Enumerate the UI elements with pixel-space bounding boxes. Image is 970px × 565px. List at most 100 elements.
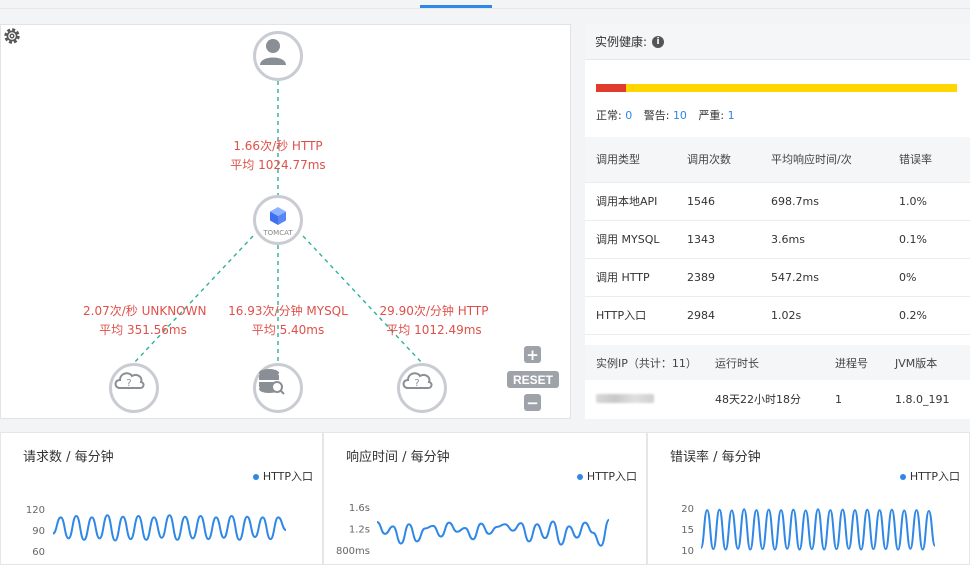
col-jvm: JVM版本 <box>895 345 970 380</box>
table-row[interactable]: HTTP入口 2984 1.02s 0.2% <box>585 296 970 335</box>
avg-time: 698.7ms <box>771 182 899 221</box>
health-counts: 正常: 0 警告: 10 严重: 1 <box>596 107 743 123</box>
avg-time: 547.2ms <box>771 258 899 297</box>
chart-error-rate: 错误率 / 每分钟 HTTP入口 20 15 10 <box>647 432 970 565</box>
active-tab-indicator <box>420 5 492 8</box>
normal-label: 正常: <box>596 109 622 122</box>
edge-label-unknown: 2.07次/秒 UNKNOWN 平均 351.56ms <box>83 302 207 340</box>
table-row[interactable]: 调用本地API 1546 698.7ms 1.0% <box>585 182 970 221</box>
warn-label: 警告: <box>643 109 670 122</box>
edge-rate: 2.07次/秒 UNKNOWN <box>83 304 207 318</box>
normal-count: 0 <box>625 109 633 122</box>
health-bar <box>596 84 957 92</box>
top-tab-bar <box>0 8 970 9</box>
redacted-ip <box>596 393 654 403</box>
edge-rate: 1.66次/秒 HTTP <box>233 139 323 153</box>
col-instance-ip: 实例IP（共计：11） <box>585 345 715 380</box>
user-node[interactable] <box>253 31 303 81</box>
avg-time: 3.6ms <box>771 220 899 259</box>
edge-label-http: 29.90次/分钟 HTTP 平均 1012.49ms <box>374 302 494 340</box>
pid: 1 <box>835 392 842 406</box>
jvm-version[interactable]: 1.8.0_191 <box>895 380 970 418</box>
call-type: HTTP入口 <box>585 296 687 335</box>
severe-label: 严重: <box>698 109 725 122</box>
call-type: 调用 MYSQL <box>585 220 687 259</box>
edge-avg: 平均 1012.49ms <box>386 323 482 337</box>
series-line <box>52 514 287 542</box>
y-tick-label: 20 <box>681 504 694 515</box>
edge-label-user-tomcat: 1.66次/秒 HTTP 平均 1024.77ms <box>228 137 328 175</box>
topology-panel[interactable]: 1.66次/秒 HTTP 平均 1024.77ms TOMCAT 2.07次/秒… <box>0 24 571 419</box>
cloud-question-icon: ? <box>402 372 433 389</box>
y-tick-label: 1.6s <box>349 503 370 514</box>
user-icon <box>260 39 286 65</box>
svg-text:?: ? <box>126 378 131 389</box>
unknown-node[interactable]: ? <box>109 363 159 413</box>
svg-text:?: ? <box>414 378 419 389</box>
table-row[interactable]: 48天22小时18分 1 1.8.0_191 <box>585 380 970 418</box>
edge-avg: 平均 351.56ms <box>99 323 187 337</box>
y-tick-label: 1.2s <box>349 525 370 536</box>
health-bar-warning <box>626 84 957 92</box>
table-row[interactable]: 调用 MYSQL 1343 3.6ms 0.1% <box>585 220 970 259</box>
chart-svg[interactable]: 1.6s 1.2s 800ms <box>324 433 648 565</box>
cloud-question-icon: ? <box>114 372 145 389</box>
y-tick-label: 15 <box>681 525 694 536</box>
instance-table: 实例IP（共计：11） 运行时长 进程号 JVM版本 48天22小时18分 1 … <box>585 345 970 418</box>
edge-avg: 平均 1024.77ms <box>230 158 326 172</box>
database-icon <box>259 369 285 395</box>
table-header-row: 调用类型 调用次数 平均响应时间/次 错误率 <box>585 137 970 183</box>
col-avg-time: 平均响应时间/次 <box>771 137 899 183</box>
y-tick-label: 120 <box>26 505 45 516</box>
y-tick-label: 90 <box>32 526 45 537</box>
col-error-rate: 错误率 <box>899 137 970 183</box>
health-bar-severe <box>596 84 626 92</box>
chart-svg[interactable]: 20 15 10 <box>648 433 970 565</box>
call-count: 1343 <box>687 220 771 259</box>
severe-count: 1 <box>727 109 735 122</box>
col-uptime: 运行时长 <box>715 345 835 380</box>
error-rate: 0.1% <box>899 220 970 259</box>
table-header-row: 实例IP（共计：11） 运行时长 进程号 JVM版本 <box>585 345 970 380</box>
chart-response-time: 响应时间 / 每分钟 HTTP入口 1.6s 1.2s 800ms <box>323 432 647 565</box>
health-title: 实例健康: <box>595 35 648 49</box>
col-pid: 进程号 <box>835 345 895 380</box>
series-line <box>376 518 610 547</box>
health-header: 实例健康: i <box>585 24 970 60</box>
chart-requests: 请求数 / 每分钟 HTTP入口 120 90 60 <box>0 432 323 565</box>
edge-label-mysql: 16.93次/分钟 MYSQL 平均 5.40ms <box>228 302 348 340</box>
call-type: 调用本地API <box>585 182 687 221</box>
zoom-in-button[interactable]: + <box>524 346 541 364</box>
gear-icon[interactable] <box>1 25 23 47</box>
call-count: 1546 <box>687 182 771 221</box>
edge-rate: 16.93次/分钟 MYSQL <box>228 304 348 318</box>
edge-avg: 平均 5.40ms <box>251 323 325 337</box>
instance-ip[interactable] <box>585 380 715 418</box>
tomcat-node[interactable]: TOMCAT <box>253 195 303 245</box>
col-call-count: 调用次数 <box>687 137 771 183</box>
chart-svg[interactable]: 120 90 60 <box>1 433 324 565</box>
tomcat-label: TOMCAT <box>263 229 293 237</box>
http-node[interactable]: ? <box>397 363 447 413</box>
error-rate: 0.2% <box>899 296 970 335</box>
call-type: 调用 HTTP <box>585 258 687 297</box>
call-count: 2984 <box>687 296 771 335</box>
edge-tomcat-unknown <box>133 235 254 364</box>
edge-tomcat-http <box>302 235 423 364</box>
info-icon[interactable]: i <box>652 35 665 48</box>
y-tick-label: 60 <box>32 547 45 558</box>
y-tick-label: 10 <box>681 546 694 557</box>
mysql-node[interactable] <box>253 363 303 413</box>
reset-button[interactable]: RESET <box>507 371 559 388</box>
table-row[interactable]: 调用 HTTP 2389 547.2ms 0% <box>585 258 970 297</box>
uptime[interactable]: 48天22小时18分 <box>715 380 835 418</box>
error-rate: 1.0% <box>899 182 970 221</box>
avg-time: 1.02s <box>771 296 899 335</box>
call-count: 2389 <box>687 258 771 297</box>
instance-info-panel: 实例健康: i 正常: 0 警告: 10 严重: 1 调用类型 调用次数 平均响… <box>585 24 970 419</box>
cube-icon <box>270 207 286 225</box>
zoom-out-button[interactable]: − <box>524 394 541 412</box>
series-line <box>700 508 936 551</box>
warn-count: 10 <box>672 109 687 122</box>
call-stats-table: 调用类型 调用次数 平均响应时间/次 错误率 调用本地API 1546 698.… <box>585 137 970 335</box>
